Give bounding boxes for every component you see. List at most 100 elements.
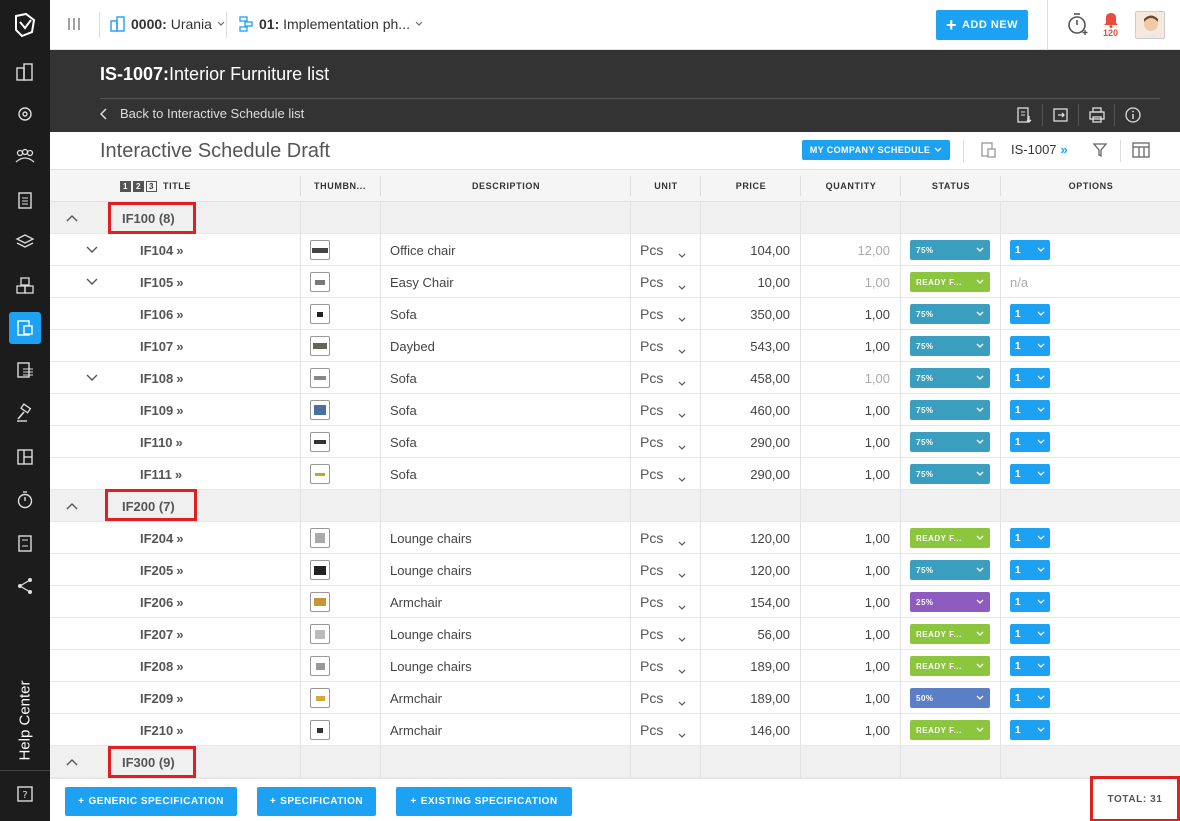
chevron-down-icon[interactable] <box>678 278 686 296</box>
clipboard-icon[interactable] <box>9 184 41 216</box>
option-dropdown[interactable]: 1 <box>1010 362 1050 394</box>
export-list-icon[interactable] <box>1006 104 1042 126</box>
option-dropdown[interactable]: 1 <box>1010 650 1050 682</box>
unit-select[interactable]: Pcs <box>640 394 663 426</box>
item-description[interactable]: Lounge chairs <box>390 650 620 682</box>
item-thumbnail[interactable] <box>310 266 330 298</box>
item-price[interactable]: 290,00 <box>702 458 790 490</box>
item-thumbnail[interactable] <box>310 458 330 490</box>
item-quantity[interactable]: 1,00 <box>802 650 890 682</box>
table-row[interactable]: IF208» Lounge chairs Pcs 189,00 1,00 READY F.… <box>50 650 1180 682</box>
item-description[interactable]: Lounge chairs <box>390 618 620 650</box>
level-2-button[interactable]: 2 <box>133 180 144 192</box>
item-price[interactable]: 104,00 <box>702 234 790 266</box>
item-code-link[interactable]: IF111» <box>140 458 182 490</box>
item-quantity[interactable]: 1,00 <box>802 394 890 426</box>
phase-selector[interactable]: 01: Implementation ph... <box>238 16 423 32</box>
help-center-link[interactable]: Help Center <box>10 680 40 760</box>
item-thumbnail[interactable] <box>310 362 330 394</box>
export-arrow-icon[interactable] <box>1042 104 1078 126</box>
item-quantity[interactable]: 1,00 <box>802 618 890 650</box>
cubes-icon[interactable] <box>9 270 41 302</box>
option-dropdown[interactable]: 1 <box>1010 394 1050 426</box>
invoice-icon[interactable] <box>9 527 41 559</box>
item-description[interactable]: Sofa <box>390 394 620 426</box>
chevron-down-icon[interactable] <box>678 694 686 712</box>
status-dropdown[interactable]: 75% <box>910 458 990 490</box>
app-logo-icon[interactable] <box>0 0 50 50</box>
status-dropdown[interactable]: READY F... <box>910 266 990 298</box>
item-quantity[interactable]: 1,00 <box>802 682 890 714</box>
chevron-down-icon[interactable] <box>678 598 686 616</box>
table-row[interactable]: IF210» Armchair Pcs 146,00 1,00 READY F... 1 <box>50 714 1180 746</box>
unit-select[interactable]: Pcs <box>640 650 663 682</box>
gavel-icon[interactable] <box>9 397 41 429</box>
add-specification-button[interactable]: + SPECIFICATION <box>257 787 376 816</box>
unit-select[interactable]: Pcs <box>640 362 663 394</box>
column-unit[interactable]: UNIT <box>632 170 700 202</box>
collapse-chevron-up-icon[interactable] <box>66 202 86 234</box>
project-selector[interactable]: 0000: Urania <box>110 16 225 32</box>
item-quantity[interactable]: 1,00 <box>802 330 890 362</box>
chevron-down-icon[interactable] <box>678 566 686 584</box>
item-description[interactable]: Office chair <box>390 234 620 266</box>
item-description[interactable]: Sofa <box>390 362 620 394</box>
item-thumbnail[interactable] <box>310 394 330 426</box>
share-icon[interactable] <box>9 570 41 602</box>
item-quantity[interactable]: 1,00 <box>802 266 890 298</box>
expand-chevron-down-icon[interactable] <box>86 362 100 394</box>
table-row[interactable]: IF107» Daybed Pcs 543,00 1,00 75% 1 <box>50 330 1180 362</box>
item-description[interactable]: Lounge chairs <box>390 522 620 554</box>
layout-icon[interactable] <box>9 441 41 473</box>
level-selector[interactable]: 1 2 3 <box>120 180 157 192</box>
item-thumbnail[interactable] <box>310 586 330 618</box>
option-dropdown[interactable]: 1 <box>1010 426 1050 458</box>
table-row[interactable]: IF108» Sofa Pcs 458,00 1,00 75% 1 <box>50 362 1180 394</box>
option-dropdown[interactable]: 1 <box>1010 618 1050 650</box>
table-row[interactable]: IF205» Lounge chairs Pcs 120,00 1,00 75% 1 <box>50 554 1180 586</box>
column-thumbnail[interactable]: THUMBN... <box>302 170 378 202</box>
item-thumbnail[interactable] <box>310 618 330 650</box>
chevron-down-icon[interactable] <box>678 534 686 552</box>
group-row[interactable]: IF100 (8) <box>50 202 1180 234</box>
buildings-icon[interactable] <box>9 56 41 88</box>
item-price[interactable]: 543,00 <box>702 330 790 362</box>
group-row[interactable]: IF300 (9) <box>50 746 1180 778</box>
status-dropdown[interactable]: 75% <box>910 394 990 426</box>
item-thumbnail[interactable] <box>310 682 330 714</box>
back-link[interactable]: Back to Interactive Schedule list <box>100 106 304 121</box>
schedule-icon[interactable] <box>9 312 41 344</box>
layers-icon[interactable] <box>9 226 41 258</box>
table-row[interactable]: IF206» Armchair Pcs 154,00 1,00 25% 1 <box>50 586 1180 618</box>
chevron-down-icon[interactable] <box>678 470 686 488</box>
status-dropdown[interactable]: 25% <box>910 586 990 618</box>
item-code-link[interactable]: IF107» <box>140 330 183 362</box>
item-price[interactable]: 290,00 <box>702 426 790 458</box>
chevron-down-icon[interactable] <box>678 630 686 648</box>
item-price[interactable]: 56,00 <box>702 618 790 650</box>
item-quantity[interactable]: 1,00 <box>802 426 890 458</box>
column-price[interactable]: PRICE <box>702 170 800 202</box>
unit-select[interactable]: Pcs <box>640 714 663 746</box>
option-dropdown[interactable]: 1 <box>1010 714 1050 746</box>
collapse-chevron-up-icon[interactable] <box>66 490 86 522</box>
item-price[interactable]: 458,00 <box>702 362 790 394</box>
level-1-button[interactable]: 1 <box>120 180 131 192</box>
item-quantity[interactable]: 1,00 <box>802 714 890 746</box>
status-dropdown[interactable]: 75% <box>910 330 990 362</box>
table-row[interactable]: IF204» Lounge chairs Pcs 120,00 1,00 READY F.… <box>50 522 1180 554</box>
info-icon[interactable] <box>1114 104 1150 126</box>
item-code-link[interactable]: IF204» <box>140 522 183 554</box>
add-existing-specification-button[interactable]: + EXISTING SPECIFICATION <box>396 787 572 816</box>
table-row[interactable]: IF111» Sofa Pcs 290,00 1,00 75% 1 <box>50 458 1180 490</box>
item-quantity[interactable]: 12,00 <box>802 234 890 266</box>
item-quantity[interactable]: 1,00 <box>802 522 890 554</box>
item-code-link[interactable]: IF106» <box>140 298 183 330</box>
column-quantity[interactable]: QUANTITY <box>802 170 900 202</box>
item-code-link[interactable]: IF205» <box>140 554 183 586</box>
item-thumbnail[interactable] <box>310 650 330 682</box>
expand-chevron-down-icon[interactable] <box>86 266 100 298</box>
option-dropdown[interactable]: 1 <box>1010 682 1050 714</box>
print-icon[interactable] <box>1078 104 1114 126</box>
table-row[interactable]: IF109» Sofa Pcs 460,00 1,00 75% 1 <box>50 394 1180 426</box>
